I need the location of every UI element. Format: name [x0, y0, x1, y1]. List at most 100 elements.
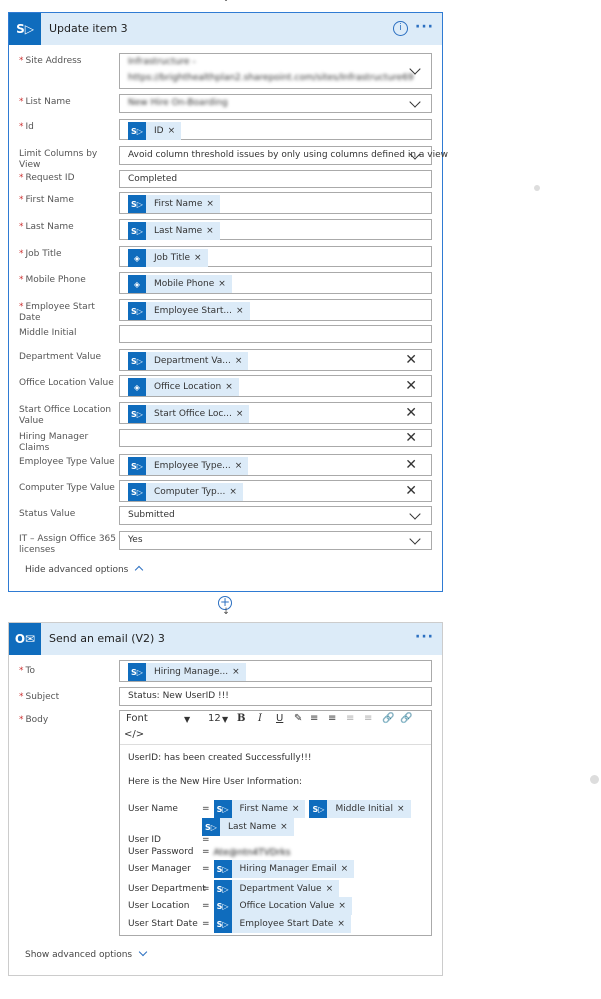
remove-token-icon[interactable]: ×	[218, 279, 232, 289]
computer-type-value-field[interactable]: S▷ Computer Typ... × ✕	[119, 480, 432, 502]
sharepoint-icon: S▷	[128, 302, 146, 320]
token[interactable]: S▷ Middle Initial ×	[309, 800, 411, 818]
token[interactable]: S▷ Employee Start Date ×	[213, 915, 351, 933]
job-title-field[interactable]: ◈ Job Title ×	[119, 246, 432, 267]
middle-initial-field[interactable]	[119, 325, 432, 343]
token[interactable]: S▷ Office Location Value ×	[213, 897, 352, 915]
mobile-phone-field[interactable]: ◈ Mobile Phone ×	[119, 272, 432, 294]
site-address-field[interactable]: Infrastructure - https://brighthealthplan…	[119, 53, 432, 89]
remove-token-icon[interactable]: ×	[326, 884, 340, 894]
token[interactable]: S▷ First Name ×	[213, 800, 306, 818]
font-select[interactable]: Font	[126, 713, 148, 724]
more-icon[interactable]: ···	[415, 629, 434, 645]
numbered-list-icon[interactable]: ≡	[328, 713, 336, 724]
clear-icon[interactable]: ✕	[405, 379, 417, 393]
outdent-icon[interactable]: ≡	[346, 713, 354, 724]
italic-button[interactable]: I	[258, 713, 262, 724]
first-name-field[interactable]: S▷ First Name ×	[119, 192, 432, 214]
body-line: User Name = S▷ First Name × S▷ Middle Initial ×	[128, 799, 415, 819]
more-icon[interactable]: ···	[415, 19, 434, 35]
bold-button[interactable]: B	[237, 713, 245, 724]
remove-token-icon[interactable]: ×	[168, 126, 182, 136]
remove-token-icon[interactable]: ×	[341, 864, 355, 874]
limit-columns-by-view-field[interactable]: Avoid column threshold issues by only us…	[119, 146, 448, 165]
clear-icon[interactable]: ✕	[405, 353, 417, 367]
azure-ad-icon: ◈	[128, 249, 146, 267]
token[interactable]: S▷ Hiring Manager Email ×	[213, 860, 355, 878]
token[interactable]: S▷ Last Name ×	[202, 818, 294, 836]
department-value-field[interactable]: S▷ Department Va... × ✕	[119, 349, 432, 371]
remove-token-icon[interactable]: ×	[206, 199, 220, 209]
department-value-label: Department Value	[19, 352, 102, 362]
hiring-manager-claims-field[interactable]: ✕	[119, 429, 432, 447]
font-size-select[interactable]: 12	[208, 713, 221, 724]
token[interactable]: S▷ Employee Type... ×	[128, 457, 249, 475]
token[interactable]: ◈ Job Title ×	[128, 249, 208, 267]
remove-token-icon[interactable]: ×	[397, 804, 411, 814]
status-value-field[interactable]: Submitted	[119, 506, 432, 525]
token[interactable]: S▷ Hiring Manage... ×	[128, 663, 246, 681]
remove-token-icon[interactable]: ×	[236, 306, 250, 316]
remove-token-icon[interactable]: ×	[338, 901, 352, 911]
body-line: User Password = Ate@ntn4TVDrks	[128, 847, 291, 858]
remove-token-icon[interactable]: ×	[236, 409, 250, 419]
indent-icon[interactable]: ≡	[364, 713, 372, 724]
token[interactable]: ◈ Mobile Phone ×	[128, 275, 232, 293]
start-office-location-value-field[interactable]: S▷ Start Office Loc... × ✕	[119, 402, 432, 424]
remove-token-icon[interactable]: ×	[280, 822, 294, 832]
id-field[interactable]: S▷ ID ×	[119, 119, 432, 140]
code-view-button[interactable]: </>	[124, 729, 144, 740]
token[interactable]: S▷ First Name ×	[128, 195, 220, 213]
body-editor[interactable]: Font ▼ 12 ▼ B I U ✎ ≡ ≡ ≡ ≡ 🔗 🔗 </> User…	[119, 710, 432, 936]
clear-icon[interactable]: ✕	[405, 458, 417, 472]
token[interactable]: S▷ Last Name ×	[128, 222, 220, 240]
token[interactable]: S▷ Computer Typ... ×	[128, 483, 243, 501]
link-icon[interactable]: 🔗	[382, 713, 394, 724]
connector-arrow: ↓	[222, 607, 230, 617]
remove-token-icon[interactable]: ×	[206, 226, 220, 236]
body-line: UserID: has been created Successfully!!!	[128, 753, 312, 763]
hide-advanced-options[interactable]: Hide advanced options	[25, 565, 144, 575]
clear-icon[interactable]: ✕	[405, 484, 417, 498]
token[interactable]: S▷ Start Office Loc... ×	[128, 405, 250, 423]
token[interactable]: S▷ Employee Start... ×	[128, 302, 250, 320]
remove-token-icon[interactable]: ×	[337, 919, 351, 929]
clear-icon[interactable]: ✕	[405, 431, 417, 445]
bullet-list-icon[interactable]: ≡	[310, 713, 318, 724]
underline-button[interactable]: U	[276, 713, 283, 724]
it-assign-office-365-licenses-field[interactable]: Yes	[119, 531, 432, 550]
office-location-value-field[interactable]: ◈ Office Location × ✕	[119, 375, 432, 397]
remove-token-icon[interactable]: ×	[292, 804, 306, 814]
outlook-icon: O✉	[9, 623, 41, 655]
last-name-field[interactable]: S▷ Last Name ×	[119, 219, 432, 240]
color-pen-icon[interactable]: ✎	[294, 713, 302, 724]
unlink-icon[interactable]: 🔗	[400, 713, 412, 724]
token[interactable]: S▷ ID ×	[128, 122, 182, 140]
update-item-card: S▷ Update item 3 i ··· * Site Address Infr…	[8, 12, 448, 592]
card-header[interactable]: S▷ Update item 3 i ···	[9, 13, 442, 45]
card-header[interactable]: O✉ Send an email (V2) 3 ···	[9, 623, 442, 655]
clear-icon[interactable]: ✕	[405, 406, 417, 420]
to-field[interactable]: S▷ Hiring Manage... ×	[119, 660, 432, 682]
remove-token-icon[interactable]: ×	[232, 667, 246, 677]
remove-token-icon[interactable]: ×	[225, 382, 239, 392]
info-icon[interactable]: i	[393, 21, 408, 36]
card-title: Update item 3	[49, 22, 128, 35]
show-advanced-options[interactable]: Show advanced options	[25, 947, 148, 960]
token[interactable]: ◈ Office Location ×	[128, 378, 239, 396]
chevron-down-icon[interactable]: ▼	[184, 715, 190, 724]
chevron-down-icon[interactable]	[409, 507, 421, 520]
chevron-down-icon[interactable]	[409, 532, 421, 545]
list-name-field[interactable]: New Hire On-Boarding	[119, 94, 432, 113]
subject-field[interactable]: Status: New UserID !!!	[119, 687, 432, 706]
employee-start-date-field[interactable]: S▷ Employee Start... ×	[119, 299, 432, 321]
remove-token-icon[interactable]: ×	[229, 487, 243, 497]
chevron-down-icon[interactable]	[409, 95, 421, 108]
request-id-field[interactable]: Completed	[119, 170, 432, 188]
employee-type-value-field[interactable]: S▷ Employee Type... × ✕	[119, 454, 432, 476]
chevron-down-icon[interactable]: ▼	[222, 715, 228, 724]
remove-token-icon[interactable]: ×	[235, 461, 249, 471]
remove-token-icon[interactable]: ×	[235, 356, 249, 366]
remove-token-icon[interactable]: ×	[194, 253, 208, 263]
token[interactable]: S▷ Department Va... ×	[128, 352, 249, 370]
